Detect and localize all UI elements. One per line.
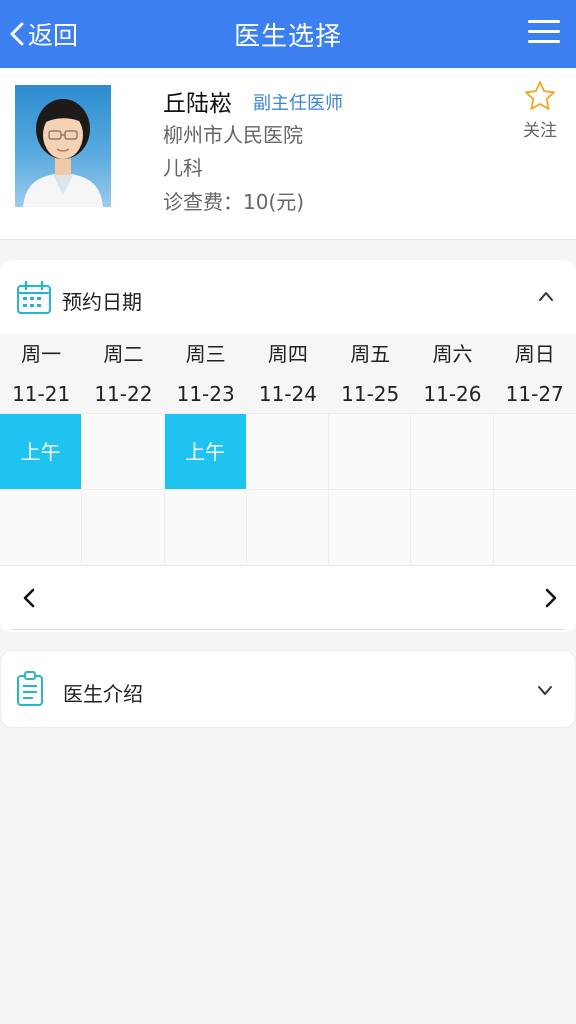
booking-section-title: 预约日期 (62, 290, 142, 314)
doctor-hospital: 柳州市人民医院 (163, 123, 303, 147)
booking-section-header[interactable]: 预约日期 (0, 260, 576, 334)
slot-empty (82, 490, 165, 566)
menu-button[interactable] (528, 20, 560, 46)
date-label: 11-22 (82, 374, 165, 414)
follow-button[interactable]: 关注 (518, 80, 562, 141)
slot-empty (0, 490, 83, 566)
afternoon-slot-row (0, 490, 576, 566)
page-title: 医生选择 (233, 22, 342, 52)
weekday-label: 周五 (329, 334, 412, 374)
weekday-row: 周一 周二 周三 周四 周五 周六 周日 (0, 334, 576, 374)
doctor-selection-page: 返回 医生选择 丘陆崧 副主任医师 柳州市人民医院 儿科 诊查费：10(元) 关… (0, 0, 576, 1024)
date-label: 11-25 (329, 374, 412, 414)
hamburger-icon (528, 20, 560, 23)
date-label: 11-27 (493, 374, 576, 414)
doctor-title: 副主任医师 (253, 93, 343, 114)
slot-empty (164, 490, 247, 566)
slot-empty (493, 414, 576, 490)
slot-empty (493, 490, 576, 566)
date-label: 11-26 (411, 374, 494, 414)
clipboard-icon (17, 671, 43, 706)
doctor-photo (15, 85, 111, 207)
slot-morning-mon[interactable]: 上午 (0, 414, 83, 490)
chevron-left-icon[interactable] (20, 586, 40, 610)
booking-date-card: 预约日期 周一 周二 周三 周四 周五 周六 周日 11-21 11-22 11… (0, 260, 576, 632)
weekday-label: 周日 (493, 334, 576, 374)
chevron-right-icon[interactable] (540, 586, 560, 610)
date-label: 11-24 (246, 374, 330, 414)
slot-empty (82, 414, 165, 490)
slot-morning-wed[interactable]: 上午 (164, 414, 247, 490)
star-icon (525, 81, 555, 110)
week-schedule-grid: 周一 周二 周三 周四 周五 周六 周日 11-21 11-22 11-23 1… (0, 334, 576, 566)
weekday-label: 周四 (246, 334, 330, 374)
slot-empty (411, 414, 494, 490)
intro-section-title: 医生介绍 (63, 682, 143, 706)
follow-label: 关注 (523, 121, 557, 141)
date-label: 11-21 (0, 374, 83, 414)
date-label: 11-23 (164, 374, 247, 414)
weekday-label: 周一 (0, 334, 83, 374)
morning-slot-row: 上午 上午 (0, 414, 576, 490)
doctor-department: 儿科 (163, 156, 203, 180)
doctor-name: 丘陆崧 (163, 91, 232, 117)
weekday-label: 周六 (411, 334, 494, 374)
consultation-fee: 诊查费：10(元) (163, 190, 305, 214)
slot-empty (246, 414, 330, 490)
slot-empty (246, 490, 330, 566)
slot-empty (411, 490, 494, 566)
doctor-info-card: 丘陆崧 副主任医师 柳州市人民医院 儿科 诊查费：10(元) 关注 (0, 68, 576, 240)
slot-empty (329, 490, 412, 566)
weekday-label: 周二 (82, 334, 165, 374)
top-navigation-bar: 返回 医生选择 (0, 0, 576, 68)
weekday-label: 周三 (164, 334, 247, 374)
chevron-up-icon (539, 292, 553, 301)
divider (12, 629, 564, 630)
chevron-down-icon (538, 686, 552, 695)
date-row: 11-21 11-22 11-23 11-24 11-25 11-26 11-2… (0, 374, 576, 414)
week-pager (0, 568, 576, 630)
calendar-icon (17, 280, 51, 314)
doctor-intro-card[interactable]: 医生介绍 (0, 650, 576, 728)
slot-empty (329, 414, 412, 490)
